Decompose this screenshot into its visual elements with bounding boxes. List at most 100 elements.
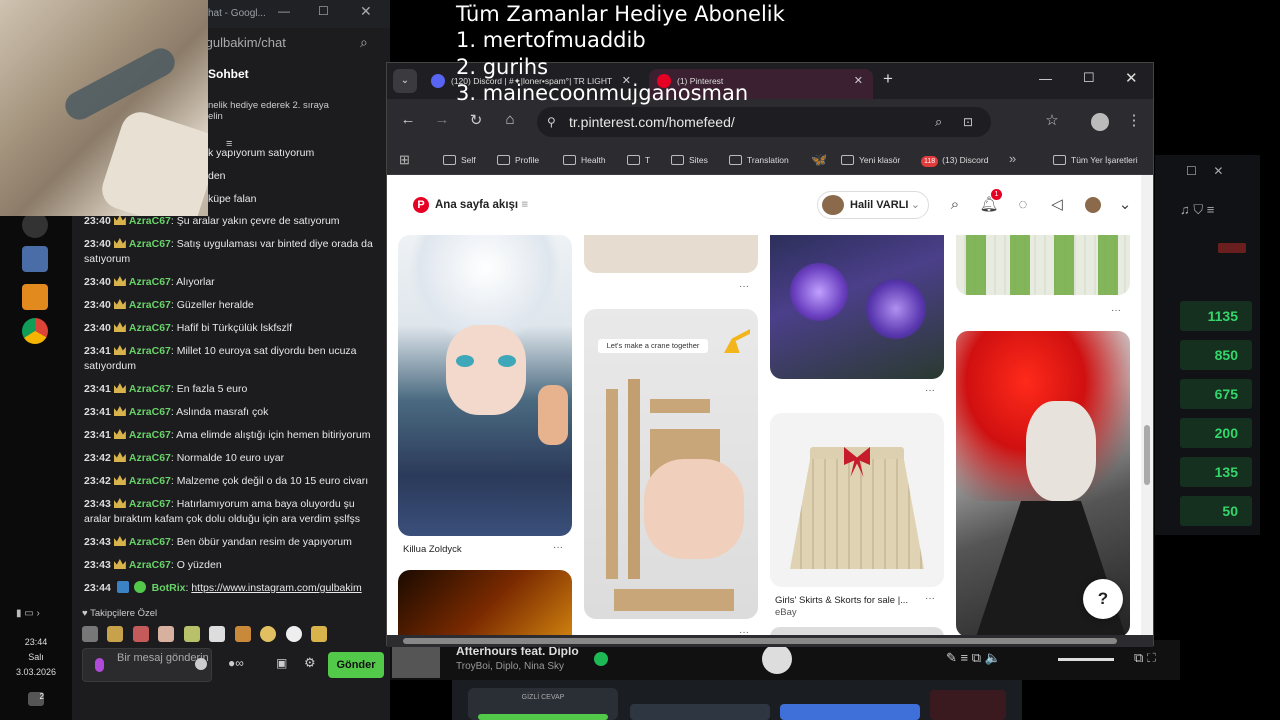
send-button[interactable]: Gönder bbox=[328, 652, 384, 678]
emote-icon[interactable] bbox=[209, 626, 226, 642]
sublime-icon[interactable] bbox=[22, 284, 48, 310]
reload-icon[interactable]: ↻ bbox=[465, 111, 487, 129]
account-avatar[interactable] bbox=[1085, 197, 1101, 213]
pin-killua[interactable] bbox=[398, 235, 572, 536]
profile-avatar[interactable] bbox=[1091, 113, 1109, 131]
bookmark-discord[interactable]: 118 (13) Discord bbox=[921, 145, 988, 175]
points-icon[interactable]: ●∞ bbox=[228, 656, 244, 670]
notifications-icon[interactable]: 🔔︎ 1 bbox=[979, 189, 1002, 215]
tab-close-icon[interactable]: ✕ bbox=[854, 69, 863, 93]
message-input[interactable]: Bir mesaj gönderin bbox=[82, 648, 212, 682]
pin-source[interactable]: eBay bbox=[775, 607, 797, 619]
emote-icon[interactable] bbox=[82, 626, 98, 642]
play-button[interactable] bbox=[762, 644, 792, 674]
user-avatar bbox=[822, 195, 844, 215]
saved-check-icon[interactable] bbox=[594, 652, 608, 666]
close-icon[interactable]: ✕ bbox=[360, 3, 372, 20]
emote-icon[interactable] bbox=[107, 626, 124, 642]
feed-title[interactable]: Ana sayfa akışı ≡ bbox=[435, 197, 528, 213]
app-icon-2[interactable] bbox=[22, 246, 48, 272]
close-window-icon[interactable]: ✕ bbox=[1125, 69, 1138, 87]
pin-more-icon[interactable]: ··· bbox=[739, 627, 749, 635]
pin-more-icon[interactable]: ··· bbox=[925, 593, 935, 604]
pin-more-icon[interactable]: ··· bbox=[739, 281, 749, 292]
pin-caption[interactable]: Girls' Skirts & Skorts for sale |... bbox=[775, 595, 908, 607]
messages-icon[interactable]: ◌ bbox=[1013, 195, 1033, 215]
emote-icon[interactable] bbox=[183, 626, 200, 642]
webcam-object bbox=[60, 43, 180, 125]
install-icon[interactable]: ⊡ bbox=[963, 107, 973, 137]
user-profile-pill[interactable]: Halil VARLI ⌄ bbox=[817, 191, 929, 219]
sub-badge-icon bbox=[113, 452, 126, 462]
bot-link[interactable]: https://www.instagram.com/gulbakim bbox=[191, 582, 361, 594]
bookmark-all[interactable]: Tüm Yer İşaretleri bbox=[1053, 145, 1138, 175]
pin-beige[interactable] bbox=[584, 235, 758, 273]
pin-dark[interactable] bbox=[398, 570, 572, 635]
emote-icon[interactable] bbox=[132, 626, 149, 642]
apps-icon[interactable]: ⊞ bbox=[399, 152, 410, 168]
horizontal-scrollbar[interactable] bbox=[387, 635, 1153, 647]
pin-crane[interactable]: Let's make a crane together bbox=[584, 309, 758, 619]
pinterest-logo-icon[interactable]: P bbox=[413, 197, 429, 213]
volume-slider[interactable] bbox=[1058, 658, 1114, 661]
vertical-scrollbar[interactable] bbox=[1141, 175, 1153, 635]
bookmark-sites[interactable]: Sites bbox=[671, 145, 708, 175]
help-button[interactable]: ? bbox=[1083, 579, 1123, 619]
card-4[interactable] bbox=[930, 690, 1006, 720]
bookmark-star-icon[interactable]: ☆ bbox=[1041, 111, 1063, 129]
song-artists: TroyBoi, Diplo, Nina Sky bbox=[456, 661, 564, 672]
pin-chameleons[interactable] bbox=[956, 235, 1130, 295]
more-bookmarks-icon[interactable]: » bbox=[1009, 151, 1016, 166]
chrome-icon[interactable] bbox=[22, 318, 48, 344]
address-bar[interactable]: ⚲ tr.pinterest.com/homefeed/ ⌕ ⊡ bbox=[537, 107, 991, 137]
minimize-icon[interactable]: — bbox=[278, 4, 290, 18]
microphone-icon[interactable] bbox=[95, 658, 104, 672]
emote-icon[interactable] bbox=[234, 626, 251, 642]
maximize-icon[interactable]: ☐ bbox=[318, 4, 329, 18]
card-3[interactable] bbox=[780, 704, 920, 720]
pin-caption[interactable]: Killua Zoldyck bbox=[403, 544, 462, 556]
pin-bottom[interactable] bbox=[770, 627, 944, 635]
card-2[interactable] bbox=[630, 704, 770, 720]
pin-skirt[interactable] bbox=[770, 413, 944, 587]
store-icon[interactable]: ▣ bbox=[276, 656, 287, 670]
chevron-down-icon: ⌄ bbox=[910, 199, 920, 211]
hidden-answer-card[interactable]: GİZLİ CEVAP bbox=[468, 688, 618, 720]
emoji-picker-icon[interactable] bbox=[195, 658, 207, 670]
pin-more-icon[interactable]: ··· bbox=[925, 385, 935, 396]
menu-icon[interactable]: ⋮ bbox=[1123, 111, 1145, 129]
bookmark-health[interactable]: Health bbox=[563, 145, 606, 175]
bookmark-yeni-klasor[interactable]: Yeni klasör bbox=[841, 145, 900, 175]
tab-search-button[interactable]: ⌄ bbox=[393, 69, 417, 93]
overlay-rank-3: 3. mainecoonmujganosman bbox=[456, 81, 749, 105]
notification-icon[interactable]: 2 bbox=[28, 692, 44, 706]
settings-icon[interactable]: ⚙ bbox=[304, 655, 316, 671]
search-icon[interactable]: ⌕ bbox=[945, 195, 965, 215]
back-icon[interactable]: ← bbox=[397, 111, 419, 128]
emote-icon[interactable] bbox=[158, 626, 175, 642]
bookmark-profile[interactable]: Profile bbox=[497, 145, 539, 175]
updates-icon[interactable]: ◁ bbox=[1047, 195, 1067, 215]
minimize-icon[interactable]: — bbox=[1039, 71, 1052, 86]
pin-more-icon[interactable]: ··· bbox=[1111, 305, 1121, 316]
bookmark-t[interactable]: T bbox=[627, 145, 650, 175]
emote-icon[interactable] bbox=[311, 626, 328, 642]
pin-more-icon[interactable]: ··· bbox=[553, 542, 563, 553]
chevron-down-icon[interactable]: ⌄ bbox=[1115, 195, 1135, 215]
bookmark-translation[interactable]: Translation bbox=[729, 145, 789, 175]
chat-message: 23:41 AzraC67: Ama elimde alıştığı için h… bbox=[84, 429, 371, 441]
maximize-icon[interactable]: ☐ bbox=[1083, 70, 1095, 86]
emote-icon[interactable] bbox=[260, 626, 277, 642]
fullscreen-icon[interactable]: ⧉ ⛶ bbox=[1134, 650, 1156, 666]
home-icon[interactable]: ⌂ bbox=[499, 111, 521, 128]
search-icon[interactable]: ⌕ bbox=[360, 34, 368, 51]
zoom-icon[interactable]: ⌕ bbox=[935, 107, 942, 137]
forward-icon[interactable]: → bbox=[431, 111, 453, 128]
pin-lamps[interactable] bbox=[770, 235, 944, 379]
site-info-icon[interactable]: ⚲ bbox=[547, 107, 556, 137]
bluesky-icon[interactable]: 🦋 bbox=[811, 152, 827, 168]
new-tab-button[interactable]: + bbox=[883, 69, 893, 89]
emote-icon[interactable] bbox=[285, 626, 302, 642]
bookmark-self[interactable]: Self bbox=[443, 145, 476, 175]
partial-message-2: den bbox=[208, 170, 226, 182]
